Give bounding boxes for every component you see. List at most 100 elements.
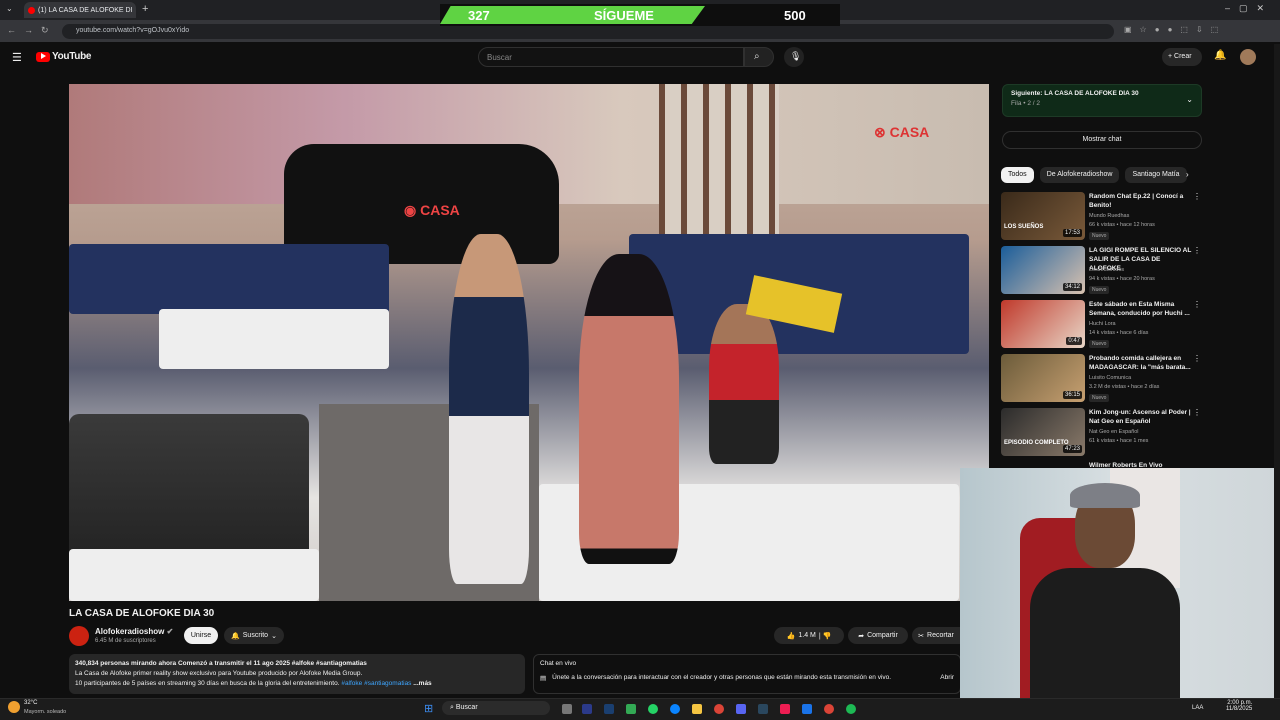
channel-avatar[interactable] [69,626,89,646]
recommendation-item[interactable]: 36:15 Probando comida callejera en MADAGA… [1001,354,1201,404]
spotify-icon[interactable] [846,704,856,714]
more-options-icon[interactable]: ⋮ [1193,192,1201,201]
chrome-icon[interactable] [824,704,834,714]
tiktok-icon[interactable] [780,704,790,714]
up-next-label: Siguiente: LA CASA DE ALOFOKE DIA 30 [1011,90,1139,97]
clip-button[interactable]: ✂ Recortar [912,627,960,644]
more-options-icon[interactable]: ⋮ [1193,300,1201,309]
search-button[interactable]: ⌕ [744,47,774,67]
mic-icon: 🎙 [790,51,802,61]
video-thumbnail[interactable]: 34:12 [1001,246,1085,294]
chat-icon: ▤ [540,675,547,682]
join-button[interactable]: Unirse [184,627,218,644]
task-view-icon[interactable] [562,704,572,714]
video-thumbnail[interactable]: EPISODIO COMPLETO 47:23 [1001,408,1085,456]
share-button[interactable]: ➦ Compartir [848,627,908,644]
verified-icon: ✔ [166,627,174,636]
discord-icon[interactable] [736,704,746,714]
show-chat-button[interactable]: Mostrar chat [1002,131,1202,149]
new-tab-icon[interactable]: + [142,3,148,15]
explorer-icon[interactable] [692,704,702,714]
video-thumbnail[interactable]: 0:47 [1001,300,1085,348]
open-chat-button[interactable]: Abrir [940,674,954,682]
video-thumbnail[interactable]: 36:15 [1001,354,1085,402]
tab-search-icon[interactable]: ⌄ [6,4,13,13]
taskbar-search[interactable]: ⌕ Buscar [442,701,550,715]
menu-icon[interactable]: ☰ [12,51,22,64]
create-button[interactable]: + Crear [1162,48,1202,66]
rec-title: Probando comida callejera en MADAGASCAR:… [1089,355,1191,371]
video-bed [159,309,389,369]
app-icon[interactable] [802,704,812,714]
chrome-icon[interactable] [714,704,724,714]
video-thumbnail[interactable]: LOS SUEÑOS 17:53 [1001,192,1085,240]
tab-title: (1) LA CASA DE ALOFOKE DI [38,6,133,14]
chip-related[interactable]: Santiago Matía [1125,167,1187,183]
avatar[interactable] [1240,49,1256,65]
browser-tab[interactable]: (1) LA CASA DE ALOFOKE DI× [24,2,136,18]
language-indicator[interactable]: LAA [1192,705,1203,711]
overlay-label: SÍGUEME [594,8,654,23]
recommendation-item[interactable]: EPISODIO COMPLETO 47:23 Kim Jong-un: Ascen… [1001,408,1201,458]
overlay-right-number: 500 [784,8,806,23]
rec-title: Este sábado en Esta Misma Semana, conduc… [1089,301,1190,317]
extensions-icons[interactable]: ▣☆●●⬚⇩⬚ [1124,25,1226,34]
more-link[interactable]: ...más [413,680,431,687]
address-bar[interactable]: youtube.com/watch?v=gOJvu0xYido [62,24,1114,39]
rec-meta: 3.2 M de vistas • hace 2 días [1089,384,1160,390]
page-scrollbar[interactable] [1274,44,1280,698]
recommendation-item[interactable]: LOS SUEÑOS 17:53 Random Chat Ep.22 | Conoc… [1001,192,1201,242]
chevron-right-icon[interactable]: › [1186,170,1189,179]
video-person [449,234,529,584]
nav-buttons-icon[interactable]: ←→↻ [7,25,57,36]
description-line: 340,834 personas mirando ahora Comenzó a… [75,660,367,667]
whatsapp-icon[interactable] [648,704,658,714]
live-chat-panel: Chat en vivo ▤ Únete a la conversación pa… [533,654,961,694]
scissors-icon: ✂ [918,632,925,640]
voice-search-button[interactable]: 🎙 [784,47,804,67]
live-chat-text: Únete a la conversación para interactuar… [552,674,892,681]
clock-date: 11/8/2025 [1226,706,1253,712]
rec-meta: 94 k vistas • hace 20 horas [1089,276,1155,282]
description-tags[interactable]: #alfoke #santiagomatias [341,680,411,687]
windows-start-icon[interactable]: ⊞ [424,702,433,715]
youtube-logo-text: YouTube [52,51,92,62]
notifications-icon[interactable]: 🔔 [1214,50,1226,61]
video-person [709,304,779,464]
chevron-down-icon: ⌄ [1186,95,1193,104]
chip-channel[interactable]: De Alofokeradioshow [1039,167,1120,183]
video-player[interactable]: ◉ CASA ⊗ CASA [69,84,989,601]
bell-icon: 🔔 [231,632,240,640]
photoshop-icon[interactable] [604,704,614,714]
channel-name[interactable]: Alofokeradioshow ✔ [95,627,173,636]
windows-taskbar [0,698,1280,720]
chip-all[interactable]: Todos [1001,167,1034,183]
up-next-panel[interactable]: Siguiente: LA CASA DE ALOFOKE DIA 30 Fil… [1002,84,1202,117]
recommendation-item[interactable]: 34:12 LA GIGI ROMPE EL SILENCIO AL SALIR … [1001,246,1201,296]
app-icon[interactable] [626,704,636,714]
clock[interactable]: 2:00 p.m. 11/8/2025 [1226,700,1252,712]
subscribed-button[interactable]: 🔔 Suscrito ⌄ [224,627,284,644]
more-options-icon[interactable]: ⋮ [1193,354,1201,363]
rec-meta: 66 k vistas • hace 12 horas [1089,222,1155,228]
video-bed [69,244,389,314]
description-line-3: 10 participantes de 5 países en streamin… [75,679,519,689]
webcam-person-body [1030,568,1180,704]
duration-badge: 47:23 [1062,445,1082,453]
new-badge: Nuevo [1089,286,1110,294]
more-options-icon[interactable]: ⋮ [1193,246,1201,255]
rec-meta: 14 k vistas • hace 6 días [1089,330,1149,336]
up-next-sub: Fila • 2 / 2 [1011,100,1041,107]
window-controls-icon[interactable]: –▢✕ [1225,3,1273,14]
search-input[interactable]: Buscar [478,47,744,67]
weather-temp[interactable]: 32°C [24,700,37,706]
weather-icon [8,701,20,713]
edge-icon[interactable] [670,704,680,714]
channel-name-text: Alofokeradioshow [95,627,165,636]
premiere-icon[interactable] [582,704,592,714]
video-description[interactable]: 340,834 personas mirando ahora Comenzó a… [69,654,525,694]
more-options-icon[interactable]: ⋮ [1193,408,1201,417]
recommendation-item[interactable]: 0:47 Este sábado en Esta Misma Semana, co… [1001,300,1201,350]
like-dislike-button[interactable]: 👍 1.4 M | 👎 [774,627,844,644]
steam-icon[interactable] [758,704,768,714]
